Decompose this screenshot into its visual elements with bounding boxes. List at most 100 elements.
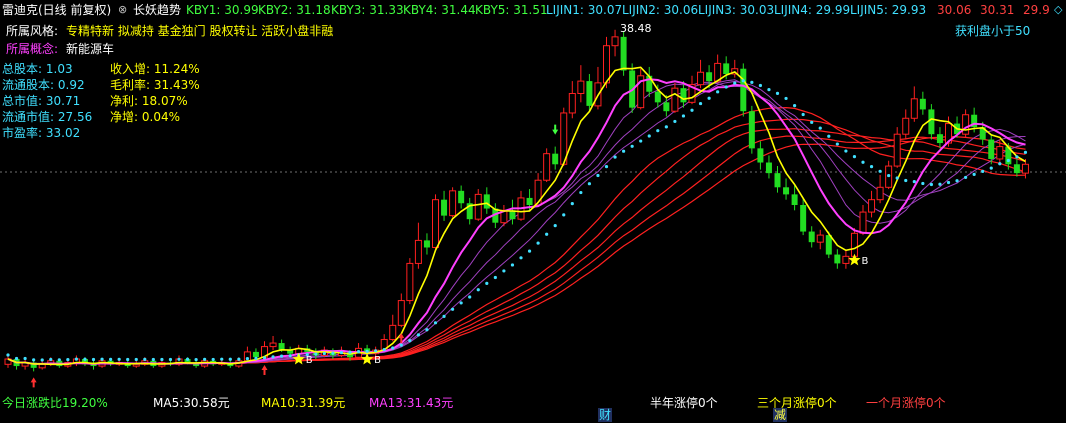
trend-dot — [938, 182, 942, 186]
kby2-value: KBY2: 31.18 — [258, 3, 331, 17]
trend-dot — [604, 165, 609, 169]
close-icon[interactable]: ⊗ — [118, 3, 127, 17]
trend-dot — [425, 328, 429, 332]
trend-dot — [237, 357, 241, 361]
candle-body — [919, 98, 926, 110]
trend-dot — [211, 357, 215, 362]
today-change: 今日涨跌比19.20% — [2, 396, 108, 410]
fundamental-row: 流通股本: 0.92 — [2, 78, 85, 92]
trend-dot — [750, 80, 754, 84]
candle-body — [962, 114, 970, 135]
jdz3-value: 29.9 — [1023, 3, 1050, 17]
buy-signal-label: B — [861, 256, 868, 267]
growth-value: 31.43% — [153, 78, 200, 92]
trend-dot — [835, 142, 839, 146]
trend-dot — [203, 357, 207, 361]
trend-dot — [733, 81, 737, 85]
trend-dot — [869, 165, 874, 169]
growth-row: 净利: 18.07% — [110, 94, 188, 108]
lijin4-value: LIJIN4: 29.99 — [774, 3, 851, 17]
trend-dot — [622, 149, 626, 153]
trend-dot — [579, 190, 583, 195]
trend-dot — [1006, 158, 1010, 163]
trend-dot — [741, 79, 745, 83]
growth-row: 收入增: 11.24% — [110, 62, 200, 76]
trend-dot — [510, 263, 515, 267]
candle-body — [397, 300, 405, 326]
candle-body — [432, 199, 439, 248]
ma13-label: MA13:31.43元 — [369, 396, 454, 410]
trend-dot — [587, 182, 592, 186]
candle-body — [680, 88, 687, 103]
candle-body — [269, 342, 277, 348]
trend-dot — [288, 354, 292, 358]
trend-dot — [639, 139, 643, 143]
trend-dot — [57, 358, 61, 362]
diamond-icon[interactable]: ◇ — [1054, 3, 1062, 17]
buy-star-icon — [848, 253, 861, 266]
trend-dot — [399, 343, 403, 347]
candle-body — [783, 187, 790, 195]
long-ma-line — [7, 135, 1026, 365]
finance-marker[interactable]: 财 — [598, 408, 613, 422]
candle-body — [389, 324, 397, 341]
candle-body — [586, 81, 593, 106]
style-value: 专精特新 拟减持 基金独门 股权转让 活跃小盘非融 — [66, 24, 334, 38]
candle-body — [620, 36, 627, 71]
trend-dot — [912, 180, 916, 184]
trend-dot — [1023, 150, 1028, 154]
fundamental-row: 总股本: 1.03 — [2, 62, 73, 76]
candle-body — [740, 68, 747, 112]
lijin5-value: LIJIN5: 29.93 — [850, 3, 927, 17]
trend-dot — [314, 352, 318, 356]
trend-dot — [6, 353, 10, 357]
buy-signal-label: B — [374, 355, 381, 366]
candle-body — [842, 255, 850, 264]
fundamental-value: 33.02 — [45, 126, 81, 140]
candle-body — [423, 240, 430, 248]
trend-dot — [83, 357, 87, 361]
candle-body — [474, 193, 482, 220]
candle-body — [543, 153, 551, 181]
fundamental-label: 总股本 — [2, 62, 39, 76]
candle-body — [671, 87, 679, 112]
profit-note: 获利盘小于50 — [955, 24, 1031, 38]
trend-dot — [117, 357, 121, 361]
fundamental-label: 流通市值 — [2, 110, 51, 124]
trend-dot — [801, 112, 805, 117]
long-ma-line — [7, 135, 1026, 365]
trend-dot — [904, 178, 908, 183]
trend-dot — [1015, 155, 1019, 159]
trend-dot — [23, 356, 27, 361]
trend-dot — [981, 169, 985, 173]
trend-dot — [331, 351, 335, 355]
trend-dot — [374, 349, 378, 353]
trend-dot — [681, 114, 686, 118]
indicator-name[interactable]: 长妖趋势 — [133, 3, 181, 17]
trend-dot — [459, 301, 463, 305]
chart-window[interactable]: B B B 雷迪克(日线 前复权) ⊗ 长妖趋势 KBY1: 30.99 KBY2:… — [0, 0, 1066, 423]
long-ma-line — [7, 118, 1026, 365]
trend-dot — [109, 357, 113, 361]
jdz2-value: 30.31 — [980, 3, 1015, 17]
trend-dot — [664, 125, 668, 129]
candle-body — [654, 91, 661, 103]
buy-signal-label: B — [306, 355, 313, 366]
trend-dot — [844, 149, 848, 153]
trend-dot — [596, 173, 600, 178]
concept-label: 所属概念: — [6, 42, 59, 56]
trend-dot — [100, 357, 104, 361]
trend-dot — [887, 173, 891, 178]
trend-dot — [442, 314, 446, 318]
trend-dot — [416, 333, 420, 337]
markers: B B B — [30, 124, 868, 388]
long-ma-line — [7, 128, 1026, 365]
growth-value: 11.24% — [153, 62, 200, 76]
stock-title[interactable]: 雷迪克(日线 前复权) — [2, 3, 111, 17]
candle-body — [876, 186, 884, 201]
trend-dot — [254, 356, 258, 360]
growth-row: 毛利率: 31.43% — [110, 78, 200, 92]
reduce-marker[interactable]: 减 — [773, 408, 788, 422]
trend-dot — [545, 232, 549, 236]
up-arrow-icon — [30, 377, 37, 388]
